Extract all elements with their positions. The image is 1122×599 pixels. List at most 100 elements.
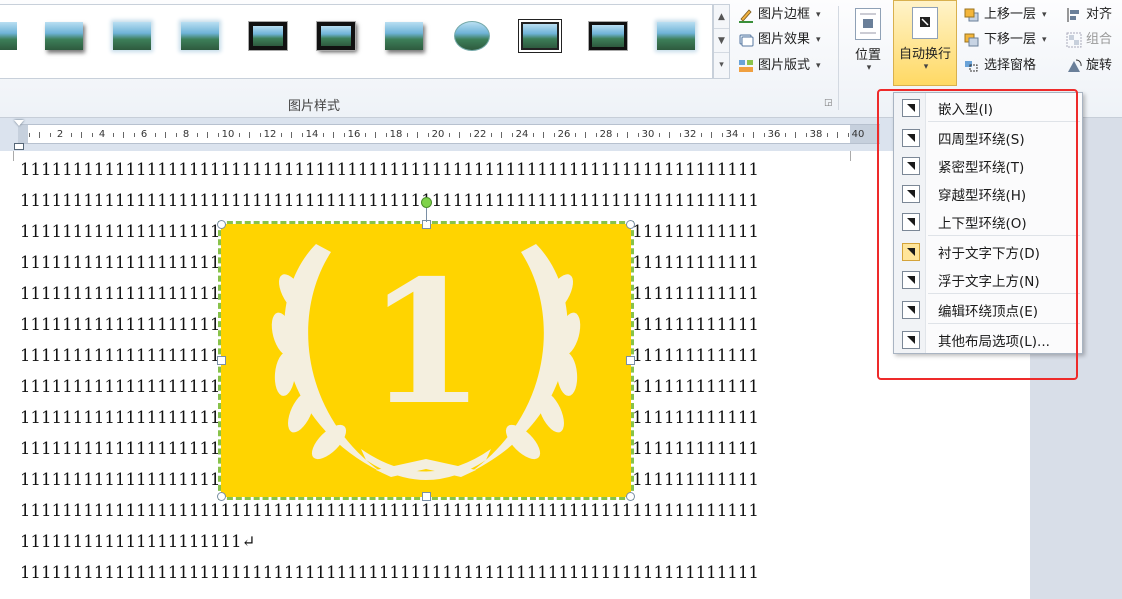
selection-pane-button[interactable]: 选择窗格 <box>964 55 1036 77</box>
ruler-minor-tick <box>385 133 387 137</box>
ruler-minor-tick <box>112 133 114 137</box>
selected-picture[interactable]: 1 <box>221 224 631 497</box>
ruler-minor-tick <box>196 133 198 137</box>
ruler-minor-tick <box>669 132 670 138</box>
resize-handle[interactable] <box>217 220 226 229</box>
ruler-minor-tick <box>217 133 219 137</box>
style-thumb[interactable] <box>656 19 696 53</box>
text-line[interactable]: 1111111111111111111111111111111111111111… <box>20 501 759 520</box>
ruler-minor-tick <box>427 133 429 137</box>
picture-layout-label: 图片版式 <box>758 58 811 73</box>
group-divider <box>838 6 839 110</box>
ruler-minor-tick <box>49 133 51 137</box>
ruler-tick-label: 40 <box>851 129 865 140</box>
ruler-minor-tick <box>154 133 156 137</box>
ruler-tick-label: 34 <box>725 129 739 140</box>
ruler-minor-tick <box>81 132 82 138</box>
ruler-minor-tick <box>553 133 555 137</box>
style-thumb[interactable] <box>44 19 84 53</box>
ruler-minor-tick <box>291 132 292 138</box>
text-line[interactable]: 1111111111111111111111111111111111111111… <box>20 160 759 179</box>
text-line[interactable]: 1111111111111111111111111111111111111111… <box>20 191 759 210</box>
ruler-tick-label: 22 <box>473 129 487 140</box>
bring-forward-icon <box>964 7 980 23</box>
rotate-button[interactable]: 旋转 <box>1066 55 1112 77</box>
ruler-minor-tick <box>375 132 376 138</box>
picture-layout-button[interactable]: 图片版式 ▾ <box>738 55 821 77</box>
picture-styles-gallery[interactable] <box>0 4 713 79</box>
resize-handle[interactable] <box>217 492 226 501</box>
gallery-up-icon[interactable]: ▲ <box>714 5 729 29</box>
picture-border-button[interactable]: 图片边框 ▾ <box>738 4 821 26</box>
bring-forward-label: 上移一层 <box>984 7 1037 22</box>
rotate-icon <box>1066 58 1082 74</box>
laurel-emblem-graphic: 1 <box>221 224 631 497</box>
style-thumb[interactable] <box>180 19 220 53</box>
ruler-minor-tick <box>585 132 586 138</box>
style-thumb[interactable] <box>316 19 356 53</box>
ruler-minor-tick <box>133 133 135 137</box>
ruler-minor-tick <box>91 133 93 137</box>
ruler-minor-tick <box>469 133 471 137</box>
ruler-minor-tick <box>679 133 681 137</box>
resize-handle[interactable] <box>422 492 431 501</box>
wrap-text-button[interactable]: 自动换行 ▾ <box>893 0 957 86</box>
ruler-minor-tick <box>406 133 408 137</box>
style-thumb[interactable] <box>248 19 288 53</box>
resize-handle[interactable] <box>626 492 635 501</box>
style-thumb[interactable] <box>519 19 561 53</box>
gallery-scroll[interactable]: ▲ ▼ ▾ <box>713 4 730 79</box>
ruler-tick-label: 18 <box>389 129 403 140</box>
pencil-border-icon <box>738 7 754 23</box>
ruler-minor-tick <box>826 133 828 137</box>
bring-forward-button[interactable]: 上移一层 ▾ <box>964 4 1047 26</box>
ruler-minor-tick <box>501 132 502 138</box>
text-line[interactable]: 1111111111111111111111111111111111111111… <box>20 563 759 582</box>
ruler-minor-tick <box>658 133 660 137</box>
group-icon <box>1066 32 1082 48</box>
resize-handle[interactable] <box>217 356 226 365</box>
ruler-minor-tick <box>364 133 366 137</box>
position-button[interactable]: 位置 ▾ <box>848 2 888 73</box>
ruler-minor-tick <box>259 133 261 137</box>
page-corner-mark <box>4 151 14 161</box>
ruler-minor-tick <box>322 133 324 137</box>
send-backward-button[interactable]: 下移一层 ▾ <box>964 29 1047 51</box>
ruler-minor-tick <box>753 132 754 138</box>
ruler-minor-tick <box>70 133 72 137</box>
position-label: 位置 <box>854 48 881 63</box>
left-indent-marker[interactable] <box>14 143 24 150</box>
ruler-minor-tick <box>805 133 807 137</box>
align-icon <box>1066 7 1082 23</box>
selection-pane-icon <box>964 58 980 74</box>
align-button[interactable]: 对齐 <box>1066 4 1112 26</box>
resize-handle[interactable] <box>626 356 635 365</box>
text-line[interactable]: 111111111111111111111↵ <box>20 532 256 551</box>
style-thumb[interactable] <box>0 19 18 53</box>
style-thumb[interactable] <box>588 19 628 53</box>
ruler-tick-label: 2 <box>56 129 64 140</box>
ruler-minor-tick <box>343 133 345 137</box>
gallery-down-icon[interactable]: ▼ <box>714 29 729 53</box>
position-icon <box>855 8 881 40</box>
group-button[interactable]: 组合 <box>1066 29 1112 51</box>
picture-effects-label: 图片效果 <box>758 32 811 47</box>
ruler-minor-tick <box>637 133 639 137</box>
picture-styles-group-label: 图片样式 <box>288 99 341 114</box>
picture-effects-button[interactable]: 图片效果 ▾ <box>738 29 821 51</box>
resize-handle[interactable] <box>626 220 635 229</box>
ruler-minor-tick <box>301 133 303 137</box>
style-thumb[interactable] <box>384 19 424 53</box>
ruler-minor-tick <box>700 133 702 137</box>
ruler-minor-tick <box>333 132 334 138</box>
style-thumb[interactable] <box>452 19 492 53</box>
gallery-more-icon[interactable]: ▾ <box>714 53 729 77</box>
ruler-tick-label: 20 <box>431 129 445 140</box>
ruler-minor-tick <box>763 133 765 137</box>
dialog-launcher-icon[interactable]: ◲ <box>824 98 833 108</box>
first-line-indent-marker[interactable] <box>14 120 24 126</box>
rotation-handle[interactable] <box>421 197 432 208</box>
ruler-tick-label: 16 <box>347 129 361 140</box>
highlight-box <box>877 89 1078 380</box>
style-thumb[interactable] <box>112 19 152 53</box>
